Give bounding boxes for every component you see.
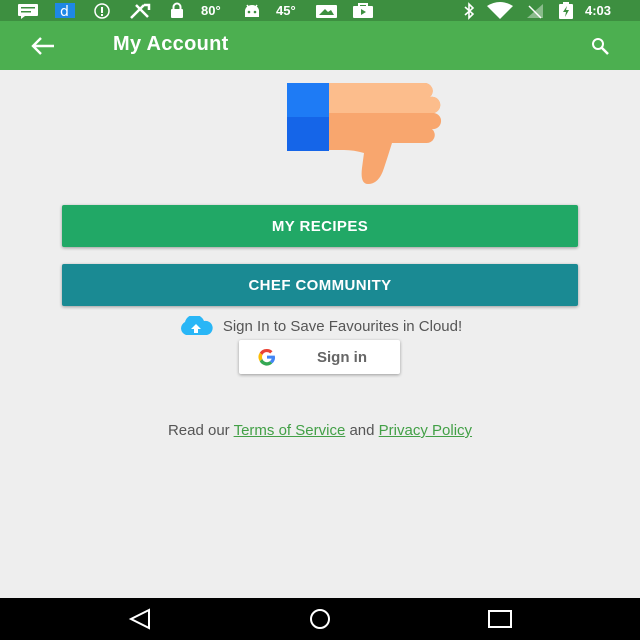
svg-text:d: d [60, 4, 69, 19]
status-bar: d 80° 45° 4:03 [0, 0, 640, 21]
message-icon [17, 2, 39, 19]
legal-prefix: Read our [167, 422, 230, 439]
android-icon [243, 2, 261, 19]
d-app-icon: d [54, 2, 76, 19]
temperature-1: 80° [201, 3, 221, 18]
google-logo-icon [257, 347, 277, 367]
terms-of-service-link[interactable]: Terms of Service [234, 422, 346, 439]
photo-icon [315, 2, 339, 19]
nav-recents-icon[interactable] [486, 608, 514, 630]
lock-icon [169, 2, 185, 19]
info-icon [93, 2, 111, 19]
navigation-bar [0, 598, 640, 640]
thumbs-down-icon [284, 78, 444, 188]
battery-charging-icon [558, 1, 574, 19]
nav-back-icon[interactable] [127, 608, 155, 630]
google-sign-in-button[interactable]: Sign in [239, 340, 400, 374]
nav-home-icon[interactable] [306, 608, 334, 630]
legal-text: Read our Terms of Service and Privacy Po… [0, 422, 640, 439]
page-title: My Account [113, 33, 229, 55]
cloud-sign-in-prompt: Sign In to Save Favourites in Cloud! [0, 314, 640, 336]
no-signal-icon [525, 2, 545, 19]
my-recipes-button[interactable]: MY RECIPES [62, 205, 578, 247]
tool-icon [128, 2, 152, 19]
chef-community-button[interactable]: CHEF COMMUNITY [62, 264, 578, 306]
shop-icon [352, 2, 374, 19]
bluetooth-icon [462, 1, 476, 20]
wifi-icon [486, 1, 514, 19]
cloud-prompt-text: Sign In to Save Favourites in Cloud! [222, 317, 463, 335]
status-time: 4:03 [585, 3, 612, 18]
back-arrow-icon[interactable] [28, 33, 58, 59]
privacy-policy-link[interactable]: Privacy Policy [379, 422, 472, 439]
search-icon[interactable] [590, 36, 612, 58]
google-sign-in-label: Sign in [317, 349, 367, 366]
cloud-upload-icon [178, 314, 214, 336]
legal-and: and [349, 422, 375, 439]
temperature-2: 45° [276, 3, 296, 18]
app-bar: My Account [0, 21, 640, 70]
